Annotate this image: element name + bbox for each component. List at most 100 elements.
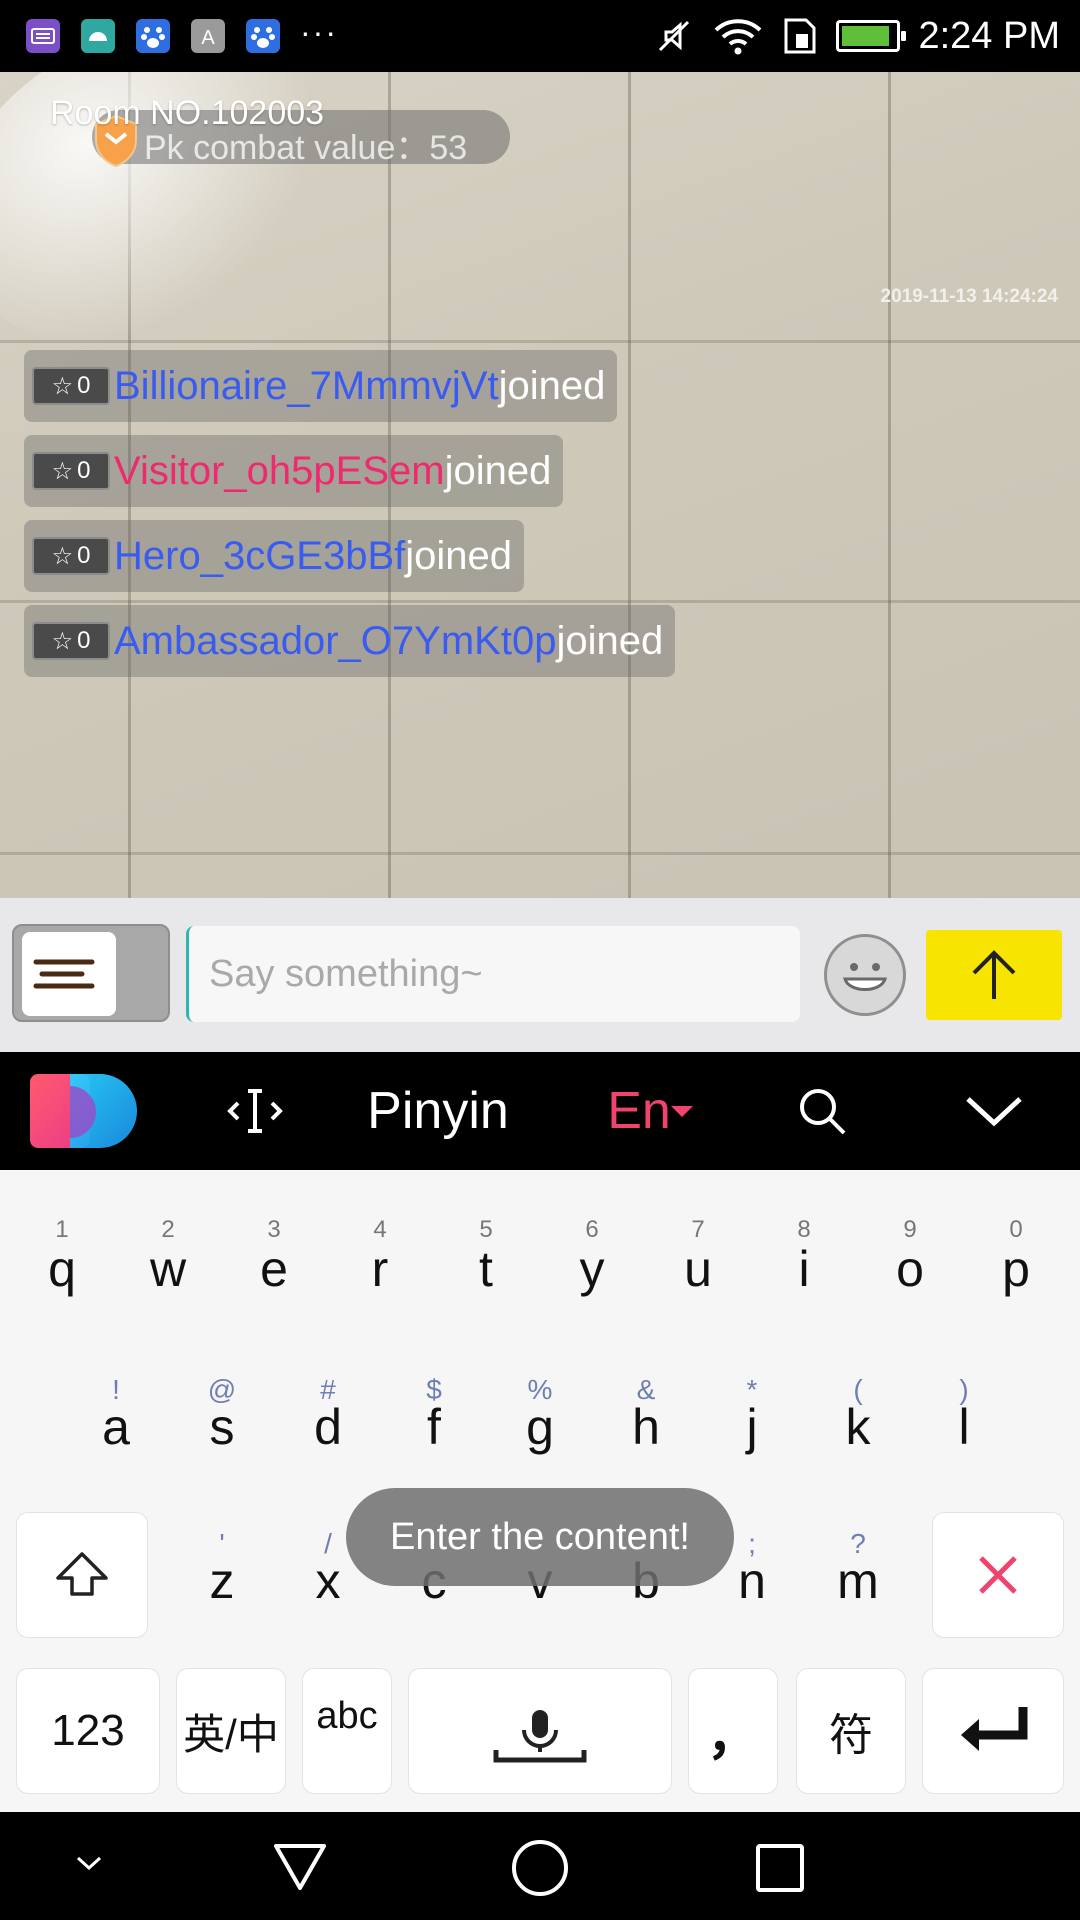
language-mode-button[interactable]: En (600, 1052, 700, 1170)
font-app-icon: A (191, 19, 225, 53)
home-icon[interactable] (508, 1836, 572, 1900)
key-q[interactable]: 1q (12, 1170, 112, 1300)
key-f[interactable]: $ f (384, 1328, 484, 1458)
key-r[interactable]: 4r (330, 1170, 430, 1300)
user-level-badge: ☆ 0 (32, 537, 110, 575)
key-letter: z (209, 1553, 235, 1609)
key-z[interactable]: ' z (172, 1482, 272, 1612)
key-j[interactable]: * j (702, 1328, 802, 1458)
close-icon (979, 1556, 1017, 1594)
chat-username[interactable]: Visitor_oh5pESem (114, 449, 445, 494)
recent-apps-icon[interactable] (752, 1840, 808, 1896)
video-timestamp: 2019-11-13 14:24:24 (880, 286, 1058, 307)
delete-key[interactable] (932, 1512, 1064, 1638)
send-button[interactable] (926, 930, 1062, 1020)
key-letter: p (1002, 1241, 1030, 1297)
key-h[interactable]: & h (596, 1328, 696, 1458)
emoji-button[interactable] (824, 934, 906, 1016)
key-o[interactable]: 9o (860, 1170, 960, 1300)
baidu-app-icon (136, 19, 170, 53)
wifi-icon (715, 19, 762, 55)
chat-username[interactable]: Ambassador_O7YmKt0p (114, 619, 556, 664)
chevron-down-icon (966, 1097, 1022, 1127)
keyboard-search-button[interactable] (788, 1052, 856, 1170)
key-letter: o (896, 1241, 924, 1297)
live-video-area[interactable]: Pk combat value：53 Room NO.102003 2019-1… (0, 72, 1080, 898)
key-l[interactable]: ) l (914, 1328, 1014, 1458)
key-letter: u (684, 1241, 712, 1297)
numbers-key[interactable]: 123 (16, 1668, 160, 1794)
collapse-keyboard-icon[interactable] (72, 1850, 106, 1874)
cursor-move-button[interactable] (210, 1052, 300, 1170)
android-app-icon (81, 19, 115, 53)
shift-key[interactable] (16, 1512, 148, 1638)
key-g[interactable]: % g (490, 1328, 590, 1458)
key-letter: y (579, 1241, 605, 1297)
toast-message: Enter the content! (346, 1488, 734, 1586)
user-level-badge: ☆ 0 (32, 367, 110, 405)
comma-key[interactable]: ， (688, 1668, 778, 1794)
baidu-app-icon (246, 19, 280, 53)
keyboard-app-icon (26, 19, 60, 53)
key-s[interactable]: @ s (172, 1328, 272, 1458)
key-letter: s (209, 1399, 235, 1455)
microphone-icon (493, 1710, 587, 1763)
key-letter: t (479, 1241, 493, 1297)
key-letter: r (371, 1241, 389, 1297)
chat-action: joined (556, 618, 664, 663)
hide-keyboard-button[interactable] (958, 1052, 1030, 1170)
search-icon (800, 1089, 846, 1135)
key-k[interactable]: (k (808, 1328, 908, 1458)
navigation-bar (0, 1812, 1080, 1920)
clock: 2:24 PM (918, 14, 1060, 57)
key-letter: m (837, 1553, 879, 1609)
barrage-toggle[interactable] (12, 924, 170, 1022)
key-u[interactable]: 7u (648, 1170, 748, 1300)
pinyin-mode-button[interactable]: Pinyin (350, 1052, 526, 1170)
language-switch-key[interactable]: 英/中 (176, 1668, 286, 1794)
smiley-icon (843, 963, 887, 991)
mute-icon (659, 20, 690, 52)
key-t[interactable]: 5t (436, 1170, 536, 1300)
key-letter: q (48, 1241, 76, 1297)
key-letter: f (427, 1399, 441, 1455)
key-p[interactable]: 0p (966, 1170, 1066, 1300)
enter-icon (961, 1707, 1028, 1751)
battery-icon (836, 20, 907, 52)
enter-key[interactable] (922, 1668, 1064, 1794)
key-e[interactable]: 3e (224, 1170, 324, 1300)
cursor-icon (227, 1089, 283, 1133)
chat-message-input[interactable] (186, 926, 800, 1022)
space-voice-key[interactable] (408, 1668, 672, 1794)
key-letter: d (314, 1399, 342, 1455)
keyboard-toolbar: Pinyin En (0, 1052, 1080, 1170)
chat-message: ☆ 0 Ambassador_O7YmKt0p joined (24, 605, 676, 677)
key-w[interactable]: 2w (118, 1170, 218, 1300)
key-a[interactable]: ! a (66, 1328, 166, 1458)
key-y[interactable]: 6y (542, 1170, 642, 1300)
star-icon: ☆ (51, 457, 74, 485)
language-label: En (607, 1082, 671, 1140)
key-d[interactable]: # d (278, 1328, 378, 1458)
shift-icon (56, 1552, 108, 1596)
chat-message: ☆ 0 Billionaire_7MmmvjVt joined (24, 350, 618, 422)
key-letter: k (845, 1399, 871, 1455)
star-icon: ☆ (51, 372, 74, 400)
key-i[interactable]: 8i (754, 1170, 854, 1300)
star-icon: ☆ (51, 542, 74, 570)
abc-label: abc (316, 1695, 378, 1737)
chat-input-bar (0, 898, 1080, 1052)
user-level-badge: ☆ 0 (32, 452, 110, 490)
star-icon: ☆ (51, 627, 74, 655)
key-m[interactable]: ? m (808, 1482, 908, 1612)
symbols-key[interactable]: 符 (796, 1668, 906, 1794)
abc-key[interactable]: abc (302, 1668, 392, 1794)
sim-card-icon (784, 18, 816, 54)
keyboard-logo-icon[interactable] (30, 1072, 142, 1150)
key-letter: j (746, 1399, 758, 1455)
key-letter: w (149, 1241, 187, 1297)
chat-message: ☆ 0 Visitor_oh5pESem joined (24, 435, 564, 507)
chat-username[interactable]: Billionaire_7MmmvjVt (114, 364, 499, 409)
chat-username[interactable]: Hero_3cGE3bBf (114, 534, 405, 579)
back-icon[interactable] (270, 1836, 330, 1896)
